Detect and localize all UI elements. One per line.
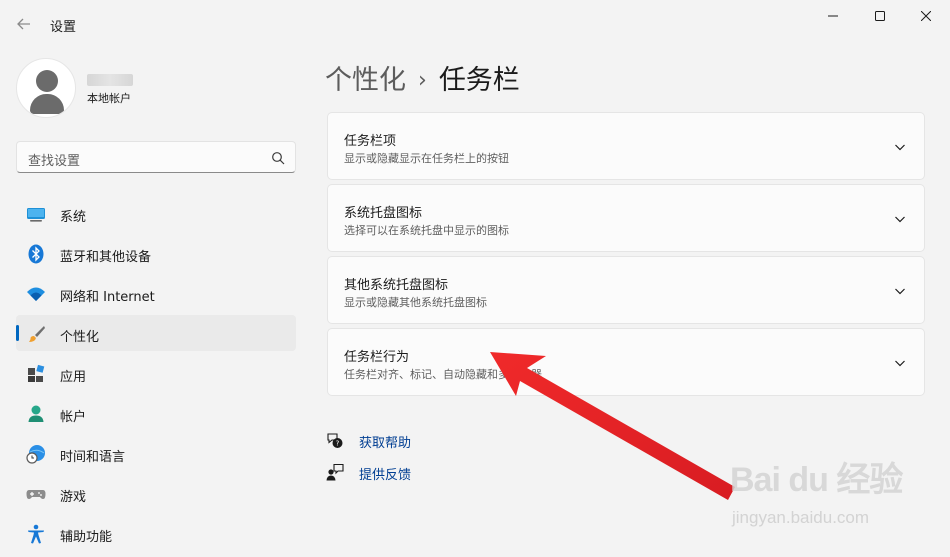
card-title: 任务栏项 [344,134,397,149]
card-title: 其他系统托盘图标 [344,278,449,293]
monitor-icon [27,208,45,222]
breadcrumb-separator: › [418,68,427,93]
sidebar-item-label: 系统 [60,210,87,225]
sidebar-item-time-language[interactable]: 时间和语言 [16,435,296,471]
wifi-icon [27,287,45,301]
sidebar-item-personalization[interactable]: 个性化 [16,315,296,351]
page-title: 任务栏 [438,65,520,96]
sidebar-item-label: 网络和 Internet [60,290,155,305]
link-label: 获取帮助 [359,436,412,451]
sidebar-item-label: 辅助功能 [60,530,113,545]
brush-icon [29,326,45,342]
sidebar-item-label: 应用 [60,370,87,385]
back-button[interactable] [12,12,36,36]
globe-clock-icon [26,445,45,464]
sidebar-item-gaming[interactable]: 游戏 [16,475,296,511]
maximize-button[interactable] [857,0,903,32]
chevron-down-icon [895,216,905,223]
chevron-down-icon [895,144,905,151]
back-arrow-icon [17,18,30,30]
card-description: 显示或隐藏显示在任务栏上的按钮 [344,152,509,165]
card-system-tray-icons[interactable]: 系统托盘图标 选择可以在系统托盘中显示的图标 [327,184,925,252]
watermark-url: jingyan.baidu.com [732,508,870,527]
search-settings-input[interactable]: 查找设置 [16,141,296,173]
avatar [16,58,76,118]
apps-icon [28,364,45,382]
feedback-icon [326,463,344,481]
sidebar-item-apps[interactable]: 应用 [16,355,296,391]
account-type-label: 本地帐户 [87,92,131,105]
username-redacted [87,74,133,86]
close-button[interactable] [903,0,949,32]
sidebar-item-label: 时间和语言 [60,450,126,465]
help-icon: ? [327,433,343,448]
sidebar-item-label: 帐户 [60,410,87,425]
card-taskbar-behaviors[interactable]: 任务栏行为 任务栏对齐、标记、自动隐藏和多显示器 [327,328,925,396]
bluetooth-icon [28,244,44,264]
card-other-system-tray-icons[interactable]: 其他系统托盘图标 显示或隐藏其他系统托盘图标 [327,256,925,324]
chevron-down-icon [895,288,905,295]
close-icon [921,11,931,21]
card-title: 任务栏行为 [344,350,410,365]
card-description: 显示或隐藏其他系统托盘图标 [344,296,487,309]
sidebar-item-accounts[interactable]: 帐户 [16,395,296,431]
gamepad-icon [26,490,46,499]
breadcrumb: 个性化 › 任务栏 [325,58,520,97]
search-icon [272,152,285,165]
svg-text:?: ? [336,440,340,448]
title-bar: 设置 [0,0,950,46]
card-description: 任务栏对齐、标记、自动隐藏和多显示器 [344,368,542,381]
sidebar-item-accessibility[interactable]: 辅助功能 [16,515,296,551]
minimize-icon [828,15,838,17]
accessibility-icon [28,524,44,544]
maximize-icon [875,11,885,21]
sidebar-item-label: 个性化 [60,330,100,345]
sidebar-item-system[interactable]: 系统 [16,195,296,231]
chevron-down-icon [895,360,905,367]
baidu-jingyan-watermark: Bai du 经验 jingyan.baidu.com [730,452,930,552]
sidebar-item-label: 游戏 [60,490,87,505]
sidebar-item-network[interactable]: 网络和 Internet [16,275,296,311]
minimize-button[interactable] [810,0,856,32]
card-title: 系统托盘图标 [344,206,423,221]
card-taskbar-items[interactable]: 任务栏项 显示或隐藏显示在任务栏上的按钮 [327,112,925,180]
sidebar-item-label: 蓝牙和其他设备 [60,250,152,265]
breadcrumb-parent[interactable]: 个性化 [325,65,406,96]
link-label: 提供反馈 [359,468,412,483]
search-placeholder: 查找设置 [28,154,81,169]
card-description: 选择可以在系统托盘中显示的图标 [344,224,509,237]
person-icon [28,405,44,422]
sidebar-item-bluetooth[interactable]: 蓝牙和其他设备 [16,235,296,271]
watermark-brand: Bai du 经验 [730,461,903,499]
app-title: 设置 [50,20,77,35]
